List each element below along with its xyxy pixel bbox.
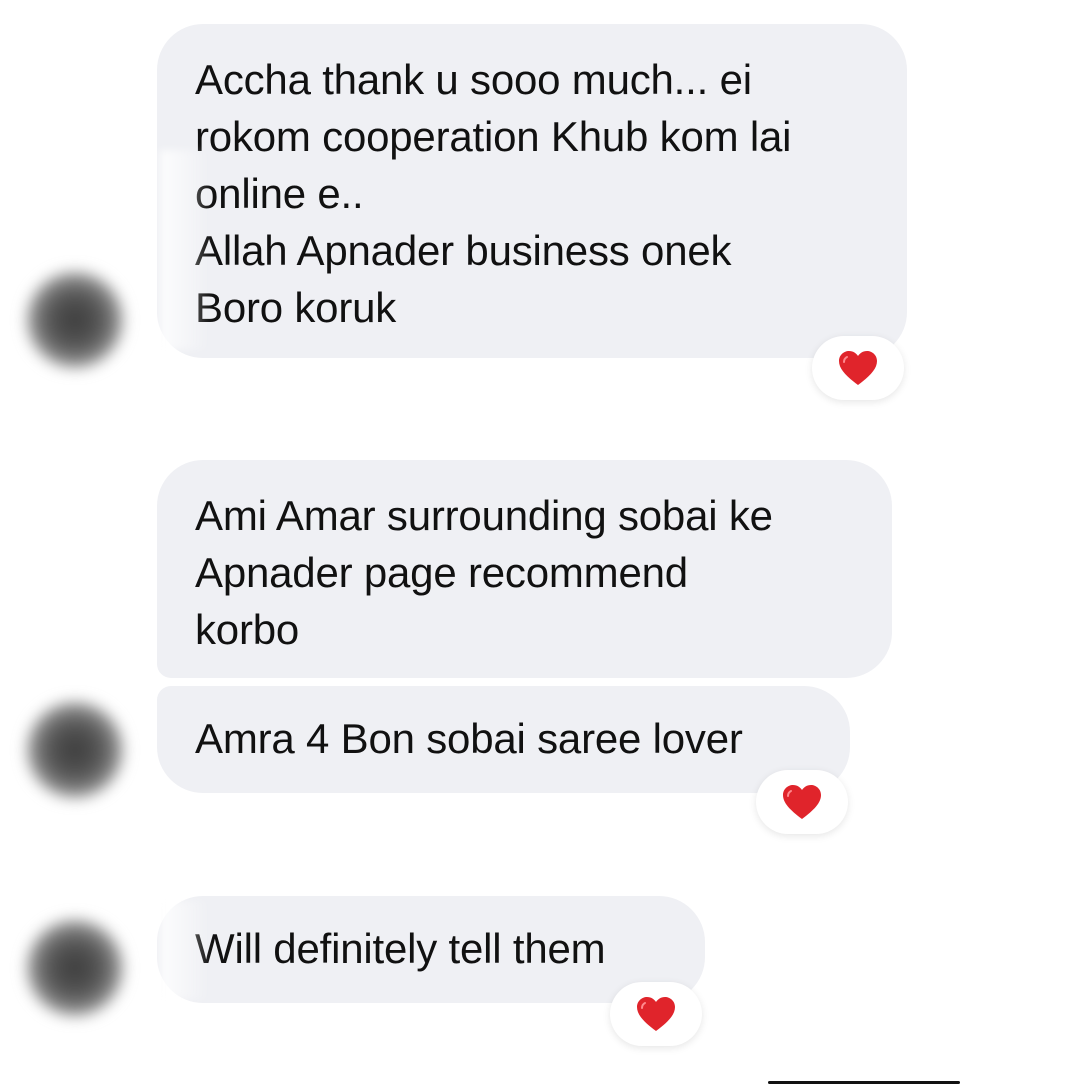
red-heart-icon bbox=[783, 785, 821, 819]
message-bubble[interactable]: Ami Amar surrounding sobai ke Apnader pa… bbox=[157, 460, 892, 678]
blur-overlay bbox=[160, 150, 210, 350]
chat-thread: Accha thank u sooo much... ei rokom coop… bbox=[0, 0, 1080, 1086]
message-bubble[interactable]: Amra 4 Bon sobai saree lover bbox=[157, 686, 850, 793]
message-reaction[interactable] bbox=[610, 982, 702, 1046]
red-heart-icon bbox=[637, 997, 675, 1031]
home-indicator bbox=[768, 1081, 960, 1084]
blur-overlay bbox=[160, 900, 210, 1000]
sender-avatar-blurred[interactable] bbox=[25, 270, 125, 370]
message-reaction[interactable] bbox=[812, 336, 904, 400]
sender-avatar-blurred[interactable] bbox=[25, 700, 125, 800]
red-heart-icon bbox=[839, 351, 877, 385]
message-reaction[interactable] bbox=[756, 770, 848, 834]
sender-avatar-blurred[interactable] bbox=[25, 918, 125, 1018]
message-bubble[interactable]: Accha thank u sooo much... ei rokom coop… bbox=[157, 24, 907, 358]
